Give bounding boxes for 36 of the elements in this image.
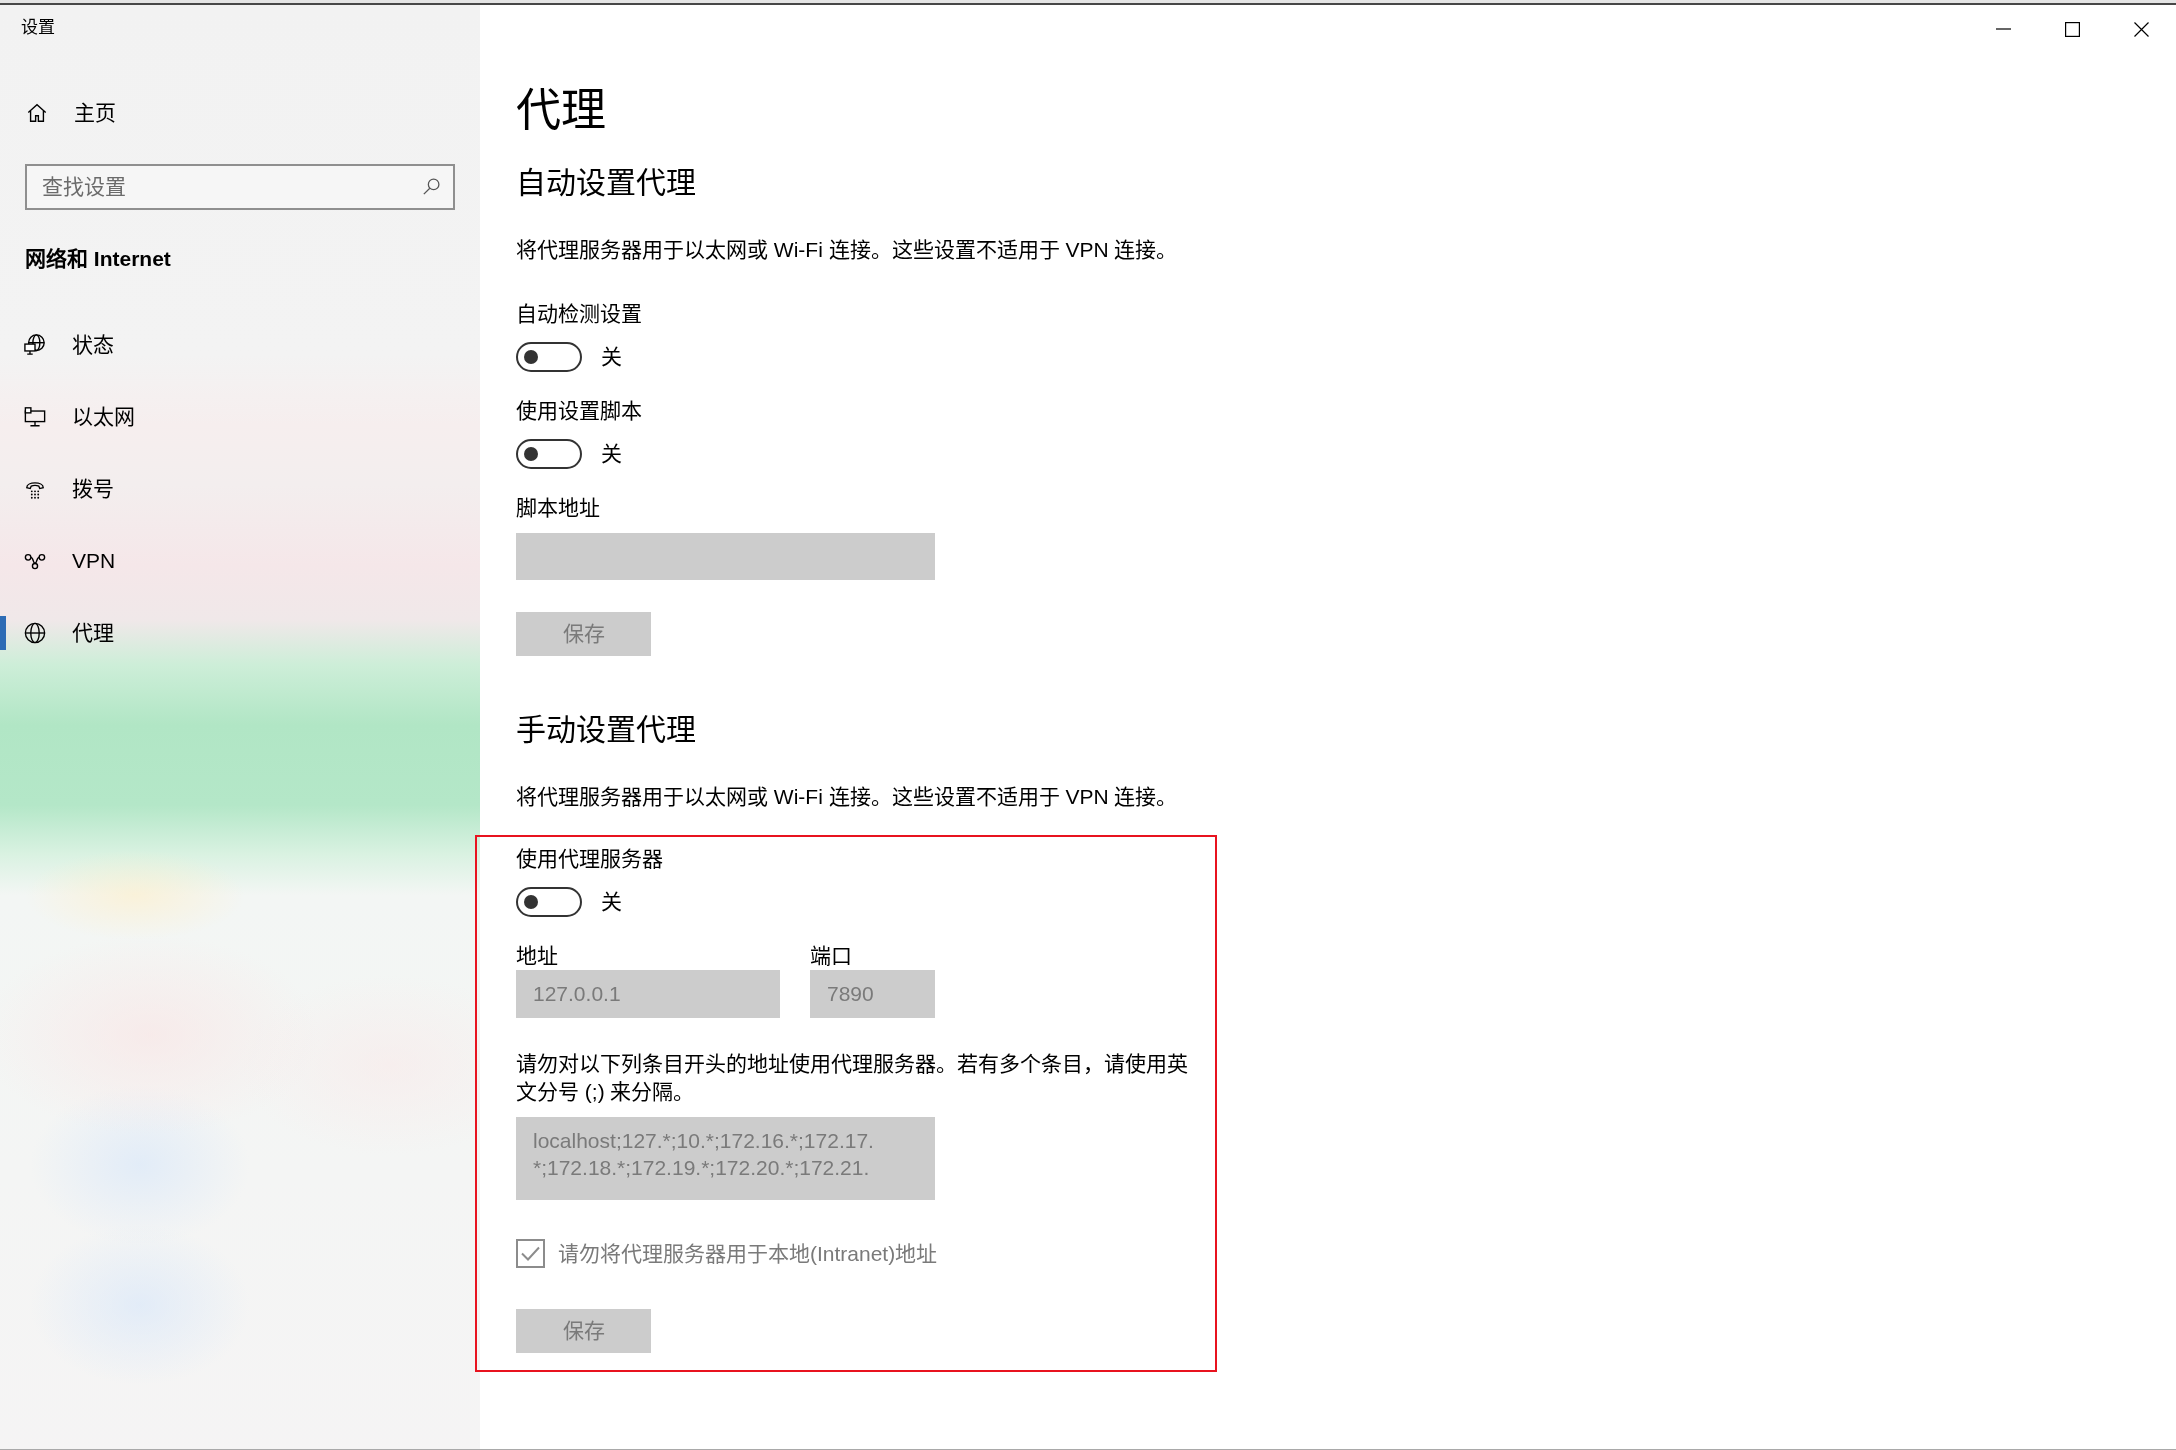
toggle-switch[interactable] bbox=[516, 439, 582, 469]
instruction-text: 请勿对以下列条目开头的地址使用代理服务器。若有多个条目，请使用英文分号 (;) 来分隔。 bbox=[516, 1051, 1189, 1105]
globe-icon bbox=[24, 622, 46, 644]
home-link[interactable]: 主页 bbox=[0, 96, 480, 130]
sidebar-item[interactable]: 状态 bbox=[0, 328, 480, 362]
close-icon bbox=[2134, 21, 2149, 37]
field-label: 脚本地址 bbox=[516, 495, 600, 521]
setting-label: 使用设置脚本 bbox=[516, 398, 642, 424]
section-heading: 手动设置代理 bbox=[516, 712, 696, 748]
section-title: 网络和 Internet bbox=[25, 246, 171, 272]
search-field[interactable]: 查找设置 bbox=[25, 164, 455, 210]
page-title: 代理 bbox=[516, 84, 606, 138]
field-label: 地址 bbox=[516, 943, 558, 969]
section-heading: 自动设置代理 bbox=[516, 165, 696, 201]
sidebar-item[interactable]: 拨号 bbox=[0, 472, 480, 506]
monitor-icon bbox=[24, 406, 46, 428]
toggle-state-label: 关 bbox=[601, 441, 622, 467]
toggle-state-label: 关 bbox=[601, 344, 622, 370]
home-icon bbox=[26, 102, 48, 124]
sidebar-item[interactable]: 以太网 bbox=[0, 400, 480, 434]
search-icon[interactable] bbox=[423, 178, 440, 195]
toggle-state-label: 关 bbox=[601, 889, 622, 915]
field-label: 端口 bbox=[810, 943, 852, 969]
minimize-icon bbox=[1996, 28, 2011, 30]
globe-monitor-icon bbox=[24, 334, 46, 356]
window-title: 设置 bbox=[21, 17, 55, 39]
section-description: 将代理服务器用于以太网或 Wi-Fi 连接。这些设置不适用于 VPN 连接。 bbox=[516, 237, 1178, 263]
toggle-switch[interactable] bbox=[516, 887, 582, 917]
toggle-switch[interactable] bbox=[516, 342, 582, 372]
setting-label: 使用代理服务器 bbox=[516, 846, 663, 872]
sidebar-item[interactable]: VPN bbox=[0, 544, 480, 578]
setting-label: 自动检测设置 bbox=[516, 301, 642, 327]
sidebar-item[interactable]: 代理 bbox=[0, 616, 480, 650]
section-description: 将代理服务器用于以太网或 Wi-Fi 连接。这些设置不适用于 VPN 连接。 bbox=[516, 784, 1178, 810]
checkbox-label: 请勿将代理服务器用于本地(Intranet)地址 bbox=[558, 1240, 938, 1267]
maximize-icon bbox=[2065, 21, 2080, 37]
